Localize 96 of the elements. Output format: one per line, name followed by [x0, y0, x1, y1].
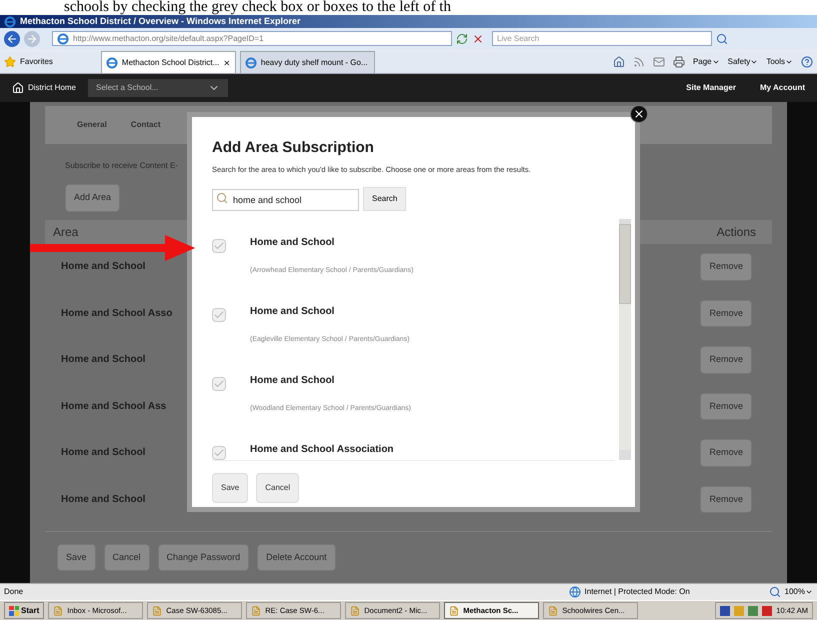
- district-home-link[interactable]: District Home: [28, 82, 76, 94]
- nav-link[interactable]: Site Manager: [686, 82, 736, 94]
- tray-icon[interactable]: [748, 606, 758, 616]
- status-text: Done: [4, 586, 24, 598]
- window-icon: [449, 606, 460, 616]
- form-button[interactable]: Save: [57, 544, 96, 571]
- tray-icon[interactable]: [762, 606, 772, 616]
- favorites-star-icon: [4, 56, 16, 68]
- check-icon: [213, 378, 225, 390]
- result-name: Home and School: [250, 374, 336, 388]
- tab-label: Methacton School District...: [122, 56, 220, 68]
- result-name: Home and School: [250, 304, 336, 319]
- check-icon: [213, 446, 225, 459]
- form-button[interactable]: Delete Account: [257, 544, 336, 571]
- zoom-icon[interactable]: [768, 586, 781, 598]
- form-button[interactable]: Change Password: [158, 544, 250, 571]
- globe-icon: [568, 586, 581, 598]
- back-button[interactable]: [4, 30, 20, 46]
- search-icon: [216, 192, 228, 204]
- e-logo-icon: [4, 16, 16, 28]
- dropdown-caret-icon: [785, 58, 793, 66]
- nav-link[interactable]: My Account: [760, 82, 805, 94]
- zone-text: Internet | Protected Mode: On: [584, 586, 691, 598]
- checkbox[interactable]: [212, 376, 226, 391]
- result-name: Home and School Association: [250, 442, 394, 457]
- help-icon[interactable]: [801, 56, 813, 68]
- remove-button[interactable]: Remove: [700, 253, 752, 280]
- dialog-button[interactable]: Save: [212, 472, 248, 503]
- remove-button[interactable]: Remove: [700, 486, 752, 513]
- dialog-button[interactable]: Cancel: [256, 472, 300, 503]
- dialog-title: Add Area Subscription: [212, 138, 375, 158]
- check-icon: [213, 240, 225, 252]
- area-name: Home and School Asso: [61, 306, 172, 321]
- refresh-icon[interactable]: [456, 32, 468, 44]
- area-name: Home and School: [61, 260, 146, 274]
- home-icon: [12, 82, 24, 94]
- remove-button[interactable]: Remove: [700, 439, 752, 466]
- e-logo-icon: [106, 56, 118, 68]
- checkbox[interactable]: [212, 238, 226, 253]
- dropdown-caret-icon: [805, 588, 813, 596]
- scrollbar[interactable]: [619, 218, 631, 460]
- browser-tab[interactable]: Methacton School District...: [100, 51, 236, 73]
- result-name: Home and School: [250, 236, 336, 250]
- remove-button[interactable]: Remove: [700, 392, 752, 420]
- window-icon: [548, 606, 558, 616]
- favorites-button[interactable]: Favorites: [20, 56, 53, 68]
- zoom-level[interactable]: 100%: [784, 586, 813, 598]
- search-icon[interactable]: [716, 32, 728, 44]
- area-name: Home and School: [61, 446, 146, 460]
- window-icon: [53, 606, 64, 616]
- url-text: http://www.methacton.org/site/default.aspx?PageID=1: [73, 32, 264, 44]
- area-name: Home and School Ass: [61, 400, 166, 414]
- browser-tab[interactable]: heavy duty shelf mount - Go...: [240, 51, 375, 73]
- close-icon: [633, 108, 645, 120]
- mail-icon[interactable]: [652, 56, 665, 68]
- checkbox[interactable]: [212, 308, 226, 322]
- search-field[interactable]: home and school: [212, 188, 359, 211]
- tab-label: heavy duty shelf mount - Go...: [260, 56, 368, 68]
- column-header: Actions: [716, 224, 756, 240]
- checkbox[interactable]: [212, 446, 226, 460]
- dropdown-caret-icon: [750, 58, 758, 66]
- remove-button[interactable]: Remove: [700, 346, 752, 374]
- home-icon[interactable]: [612, 56, 625, 68]
- column-header: Area: [53, 224, 78, 240]
- check-icon: [213, 308, 225, 321]
- add-area-button[interactable]: Add Area: [65, 184, 120, 212]
- remove-button[interactable]: Remove: [700, 300, 752, 327]
- form-button[interactable]: Cancel: [104, 544, 150, 571]
- search-field[interactable]: Live Search: [492, 31, 712, 46]
- area-name: Home and School: [61, 353, 146, 368]
- feeds-icon[interactable]: [632, 56, 645, 68]
- window-title: Methacton School District / Overview - Windows Internet Explorer: [20, 14, 300, 28]
- school-select[interactable]: Select a School...: [88, 79, 228, 97]
- window-icon: [350, 606, 360, 616]
- print-icon[interactable]: [672, 56, 685, 68]
- command-menu[interactable]: Safety: [728, 56, 758, 68]
- dropdown-caret-icon: [712, 58, 720, 66]
- intro-text: Subscribe to receive Content E-: [65, 160, 178, 172]
- e-logo-icon: [244, 56, 257, 68]
- school-select-text: Select a School...: [96, 82, 158, 94]
- window-icon: [152, 606, 162, 616]
- search-button[interactable]: Search: [363, 186, 406, 211]
- area-name: Home and School: [61, 492, 146, 507]
- command-menu[interactable]: Page: [692, 56, 720, 68]
- back-arrow-icon: [6, 32, 18, 44]
- stop-icon[interactable]: [472, 32, 484, 44]
- close-tab-icon[interactable]: [223, 58, 231, 68]
- forward-arrow-icon: [26, 32, 38, 44]
- document-text: schools by checking the grey check box or boxes to the left of th: [63, 0, 452, 15]
- start-button[interactable]: Start: [4, 602, 44, 619]
- windows-logo-icon: [9, 606, 19, 616]
- command-menu[interactable]: Tools: [766, 56, 793, 68]
- e-logo-icon: [57, 32, 69, 44]
- window-icon: [251, 606, 262, 616]
- address-field[interactable]: http://www.methacton.org/site/default.aspx?PageID=1: [52, 31, 452, 46]
- tray-icon[interactable]: [720, 606, 730, 616]
